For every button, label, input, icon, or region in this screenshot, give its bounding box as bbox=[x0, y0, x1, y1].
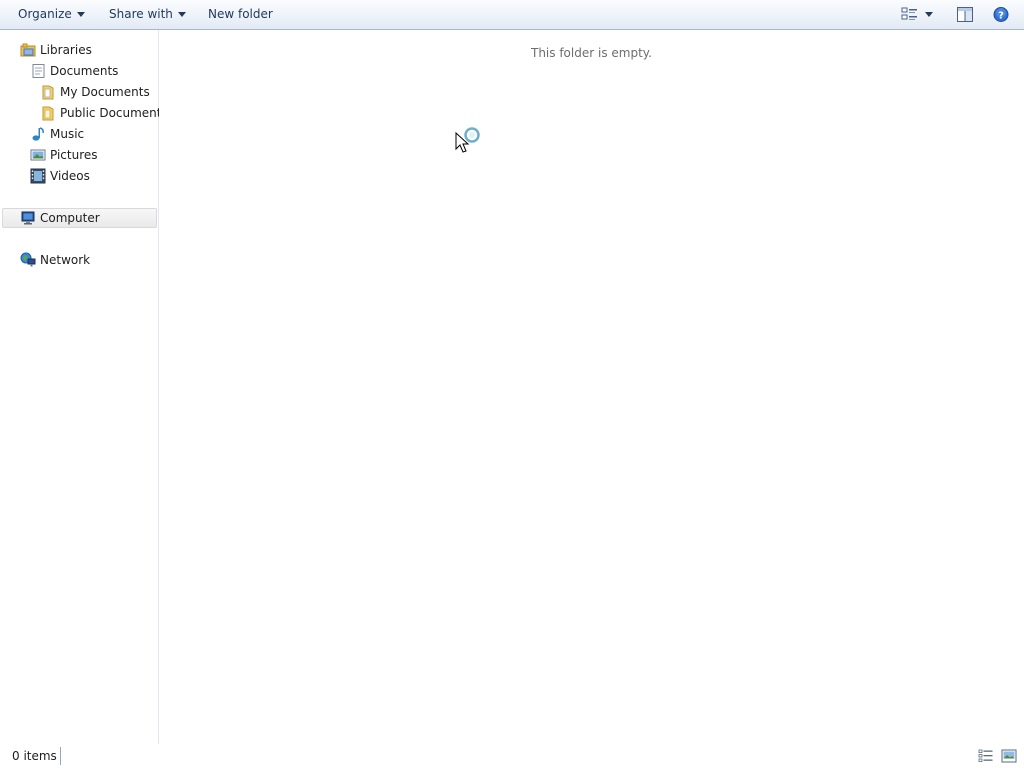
preview-pane-icon[interactable] bbox=[956, 6, 974, 23]
file-list-view[interactable]: This folder is empty. bbox=[159, 30, 1024, 744]
nav-label: Documents bbox=[50, 64, 119, 78]
nav-label: Public Documents bbox=[60, 106, 168, 120]
navigation-pane: Libraries Documents My Documents Public … bbox=[0, 30, 168, 744]
nav-label: Music bbox=[50, 127, 85, 141]
share-with-button[interactable]: Share with bbox=[109, 0, 186, 29]
music-note-icon bbox=[30, 126, 46, 142]
documents-icon bbox=[30, 63, 46, 79]
network-icon bbox=[20, 252, 36, 268]
item-count: 0 items bbox=[12, 749, 57, 763]
svg-text:?: ? bbox=[998, 11, 1004, 22]
new-folder-button[interactable]: New folder bbox=[208, 0, 273, 29]
status-bar: 0 items bbox=[0, 744, 1024, 768]
nav-label: Pictures bbox=[50, 148, 98, 162]
busy-cursor-icon bbox=[455, 127, 485, 155]
change-view-icon[interactable] bbox=[901, 6, 919, 23]
details-view-icon[interactable] bbox=[978, 749, 994, 763]
nav-label: Computer bbox=[40, 211, 100, 225]
large-icons-view-icon[interactable] bbox=[1001, 749, 1017, 763]
nav-label: Network bbox=[40, 253, 91, 267]
folder-icon bbox=[40, 105, 56, 121]
organize-label: Organize bbox=[18, 7, 72, 21]
pictures-icon bbox=[30, 147, 46, 163]
share-with-label: Share with bbox=[109, 7, 173, 21]
folder-icon bbox=[40, 84, 56, 100]
computer-icon bbox=[20, 210, 36, 226]
nav-label: Libraries bbox=[40, 43, 92, 57]
empty-folder-message: This folder is empty. bbox=[531, 46, 652, 60]
chevron-down-icon bbox=[177, 12, 186, 17]
help-icon[interactable]: ? bbox=[992, 6, 1010, 23]
new-folder-label: New folder bbox=[208, 7, 273, 21]
film-strip-icon bbox=[30, 168, 46, 184]
chevron-down-icon bbox=[925, 12, 933, 17]
view-options-dropdown[interactable] bbox=[925, 6, 937, 23]
command-bar: Organize Share with New folder ? bbox=[0, 0, 1024, 30]
status-divider bbox=[60, 747, 61, 765]
nav-label: My Documents bbox=[60, 85, 150, 99]
chevron-down-icon bbox=[76, 12, 85, 17]
nav-label: Videos bbox=[50, 169, 90, 183]
libraries-icon bbox=[20, 42, 36, 58]
organize-button[interactable]: Organize bbox=[18, 0, 85, 29]
